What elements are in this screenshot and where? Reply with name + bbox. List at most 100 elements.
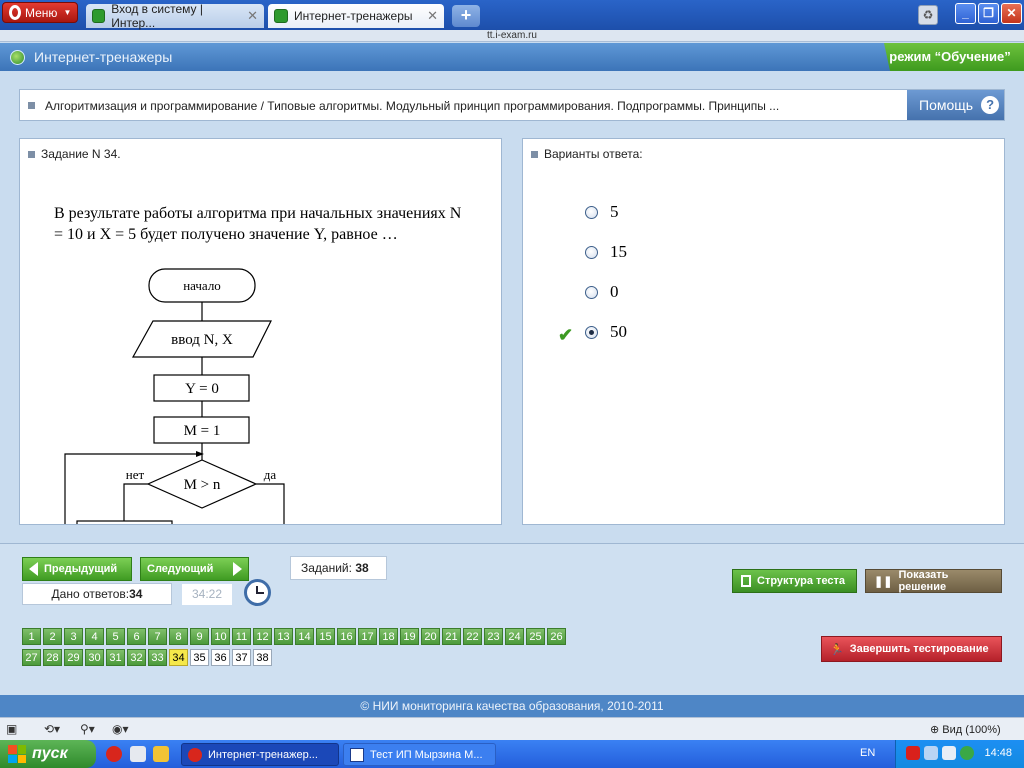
task-number-cell[interactable]: 27 xyxy=(22,649,41,666)
task-number-cell[interactable]: 34 xyxy=(169,649,188,666)
network-icon[interactable] xyxy=(924,746,938,760)
panel-toggle-icon[interactable]: ▣ xyxy=(6,722,17,736)
taskbar-item-opera[interactable]: Интернет-тренажер... xyxy=(181,743,339,766)
task-number-cell[interactable]: 19 xyxy=(400,628,419,645)
task-number-cell[interactable]: 11 xyxy=(232,628,251,645)
browser-status-bar: ▣ ⟲▾ ⚲▾ ◉▾ ⊕ Вид (100%) xyxy=(0,717,1024,740)
navigation-area: Предыдущий Следующий Заданий: 38 Дано от… xyxy=(0,543,1024,695)
radio-button[interactable] xyxy=(585,205,598,219)
answer-option[interactable]: 15 xyxy=(585,242,627,262)
task-number-cell[interactable]: 31 xyxy=(106,649,125,666)
task-number-cell[interactable]: 17 xyxy=(358,628,377,645)
tab-label: Вход в систему | Интер... xyxy=(111,2,203,30)
answer-option[interactable]: 5 xyxy=(585,202,619,222)
task-number-cell[interactable]: 9 xyxy=(190,628,209,645)
address-bar[interactable]: tt.i-exam.ru xyxy=(0,30,1024,42)
close-tab-icon[interactable]: ✕ xyxy=(427,8,438,24)
checkmark-icon: ✔ xyxy=(558,325,574,345)
task-number-cell[interactable]: 36 xyxy=(211,649,230,666)
start-button[interactable]: пуск xyxy=(0,740,96,768)
answer-option-label: 0 xyxy=(610,282,619,301)
task-number-cell[interactable]: 2 xyxy=(43,628,62,645)
task-number-cell[interactable]: 24 xyxy=(505,628,524,645)
tasks-count-value: 38 xyxy=(355,561,369,575)
minimize-button[interactable]: _ xyxy=(955,3,976,24)
help-button[interactable]: Помощь ? xyxy=(907,90,1004,120)
task-number-cell[interactable]: 15 xyxy=(316,628,335,645)
task-heading: Задание N 34. xyxy=(28,147,121,161)
trash-icon[interactable]: ♻ xyxy=(918,5,938,25)
prev-button[interactable]: Предыдущий xyxy=(22,557,132,581)
new-tab-button[interactable]: + xyxy=(452,5,480,27)
task-number-cell[interactable]: 25 xyxy=(526,628,545,645)
radio-button-selected[interactable] xyxy=(585,325,598,339)
word-document-icon xyxy=(350,747,364,762)
opera-icon[interactable] xyxy=(106,746,122,762)
language-indicator[interactable]: EN xyxy=(860,747,875,759)
flowchart-yes-label: да xyxy=(264,467,277,482)
radio-button[interactable] xyxy=(585,245,598,259)
opera-menu-button[interactable]: Меню ▼ xyxy=(2,2,78,23)
test-structure-button[interactable]: Структура теста xyxy=(732,569,857,593)
close-tab-icon[interactable]: ✕ xyxy=(247,8,258,24)
site-title: Интернет-тренажеры xyxy=(34,49,173,65)
task-number-cell[interactable]: 12 xyxy=(253,628,272,645)
opera-icon xyxy=(188,747,202,762)
flowchart: начало ввод N, X Y = 0 M = 1 M > n нет д… xyxy=(64,268,285,524)
task-number-cell[interactable]: 22 xyxy=(463,628,482,645)
start-label: пуск xyxy=(32,745,68,762)
task-number-cell[interactable]: 5 xyxy=(106,628,125,645)
tasks-count-label: Заданий: xyxy=(301,561,352,575)
task-number-cell[interactable]: 3 xyxy=(64,628,83,645)
sync-icon[interactable]: ⟲▾ xyxy=(44,722,60,736)
update-icon[interactable] xyxy=(960,746,974,760)
structure-label: Структура теста xyxy=(757,575,846,587)
document-icon[interactable] xyxy=(130,746,146,762)
task-number-cell[interactable]: 1 xyxy=(22,628,41,645)
task-number-cell[interactable]: 20 xyxy=(421,628,440,645)
task-number-cell[interactable]: 18 xyxy=(379,628,398,645)
task-number-cell[interactable]: 30 xyxy=(85,649,104,666)
taskbar-item-word[interactable]: Тест ИП Мырзина М... xyxy=(343,743,496,766)
task-number-cell[interactable]: 37 xyxy=(232,649,251,666)
task-number-cell[interactable]: 33 xyxy=(148,649,167,666)
task-number-cell[interactable]: 4 xyxy=(85,628,104,645)
task-number-cell[interactable]: 16 xyxy=(337,628,356,645)
finish-test-button[interactable]: 🏃 Завершить тестирование xyxy=(821,636,1002,662)
task-number-cell[interactable]: 28 xyxy=(43,649,62,666)
bullet-square-icon xyxy=(28,102,35,109)
task-number-cell[interactable]: 23 xyxy=(484,628,503,645)
sound-icon[interactable] xyxy=(942,746,956,760)
task-number-cell[interactable]: 14 xyxy=(295,628,314,645)
antivirus-icon[interactable] xyxy=(906,746,920,760)
running-man-icon: 🏃 xyxy=(830,643,844,656)
tab-trainers[interactable]: Интернет-тренажеры ✕ xyxy=(268,4,444,28)
task-number-cell[interactable]: 35 xyxy=(190,649,209,666)
task-number-cell[interactable]: 38 xyxy=(253,649,272,666)
close-window-button[interactable]: ✕ xyxy=(1001,3,1022,24)
answers-heading-label: Варианты ответа: xyxy=(544,147,643,161)
task-number-cell[interactable]: 6 xyxy=(127,628,146,645)
share-icon[interactable]: ⚲▾ xyxy=(80,722,95,736)
task-number-cell[interactable]: 8 xyxy=(169,628,188,645)
breadcrumb: Алгоритмизация и программирование / Типо… xyxy=(45,99,780,113)
zoom-control[interactable]: ⊕ Вид (100%) xyxy=(930,723,1001,736)
answer-option-label: 5 xyxy=(610,202,619,221)
next-button[interactable]: Следующий xyxy=(140,557,249,581)
task-number-cell[interactable]: 10 xyxy=(211,628,230,645)
task-number-cell[interactable]: 26 xyxy=(547,628,566,645)
show-solution-button[interactable]: ❚❚ Показать решение xyxy=(865,569,1002,593)
site-header: Интернет-тренажеры режим “Обучение” xyxy=(0,43,1024,71)
task-number-cell[interactable]: 32 xyxy=(127,649,146,666)
task-number-cell[interactable]: 21 xyxy=(442,628,461,645)
radio-button[interactable] xyxy=(585,285,598,299)
answer-option[interactable]: 50 xyxy=(585,322,627,342)
task-number-cell[interactable]: 29 xyxy=(64,649,83,666)
task-number-cell[interactable]: 7 xyxy=(148,628,167,645)
tab-login[interactable]: Вход в систему | Интер... ✕ xyxy=(86,2,264,30)
task-number-cell[interactable]: 13 xyxy=(274,628,293,645)
calendar-icon[interactable] xyxy=(153,746,169,762)
answer-option[interactable]: 0 xyxy=(585,282,619,302)
turbo-icon[interactable]: ◉▾ xyxy=(112,722,129,736)
maximize-button[interactable]: ❐ xyxy=(978,3,999,24)
